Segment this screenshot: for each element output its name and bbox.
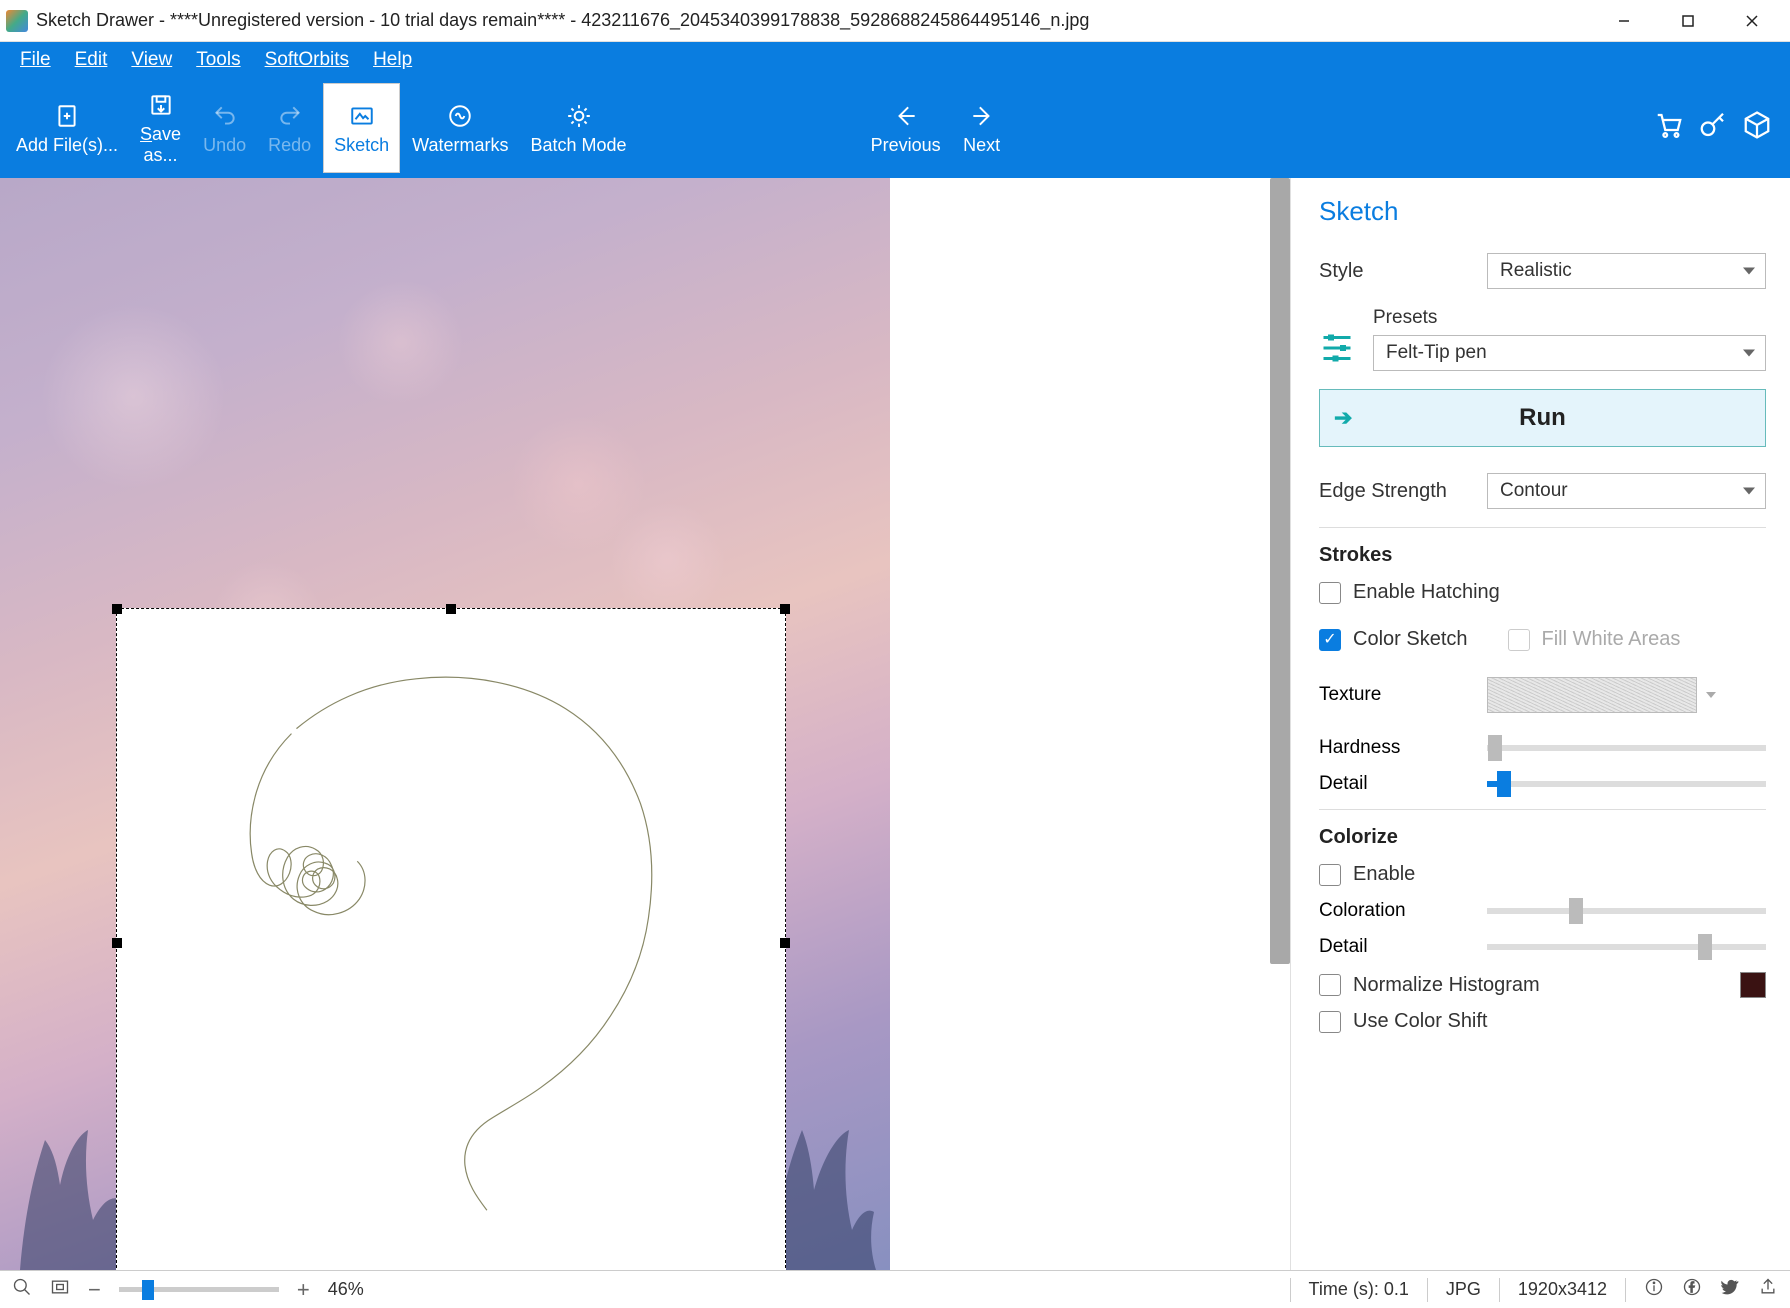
- zoom-out-button[interactable]: −: [88, 1277, 101, 1303]
- status-dimensions: 1920x3412: [1518, 1279, 1607, 1300]
- coloration-slider[interactable]: [1487, 908, 1766, 914]
- fill-white-label: Fill White Areas: [1542, 628, 1681, 651]
- facebook-icon[interactable]: [1682, 1277, 1702, 1302]
- color-shift-label: Use Color Shift: [1353, 1010, 1488, 1033]
- selection-box[interactable]: [116, 608, 786, 1270]
- batch-mode-tab[interactable]: Batch Mode: [521, 83, 637, 173]
- handle-mid-right[interactable]: [780, 938, 790, 948]
- canvas-area[interactable]: [0, 178, 1290, 1270]
- color-sketch-checkbox[interactable]: [1319, 629, 1341, 651]
- undo-button[interactable]: Undo: [193, 83, 256, 173]
- menu-file[interactable]: File: [10, 45, 61, 75]
- close-button[interactable]: [1720, 0, 1784, 42]
- batch-icon: [566, 101, 592, 131]
- edge-strength-label: Edge Strength: [1319, 480, 1469, 503]
- handle-mid-left[interactable]: [112, 938, 122, 948]
- zoom-actual-icon[interactable]: [12, 1277, 32, 1302]
- panel-heading: Sketch: [1319, 196, 1766, 227]
- status-time: Time (s): 0.1: [1309, 1279, 1409, 1300]
- normalize-histogram-checkbox[interactable]: [1319, 974, 1341, 996]
- colorize-enable-checkbox[interactable]: [1319, 864, 1341, 886]
- title-bar: Sketch Drawer - ****Unregistered version…: [0, 0, 1790, 42]
- run-button[interactable]: ➔ Run: [1319, 389, 1766, 447]
- next-button[interactable]: Next: [953, 83, 1011, 173]
- sketch-tab[interactable]: Sketch: [323, 83, 400, 173]
- handle-top-mid[interactable]: [446, 604, 456, 614]
- handle-top-left[interactable]: [112, 604, 122, 614]
- detail-slider[interactable]: [1487, 781, 1766, 787]
- zoom-fit-icon[interactable]: [50, 1277, 70, 1302]
- enable-hatching-checkbox[interactable]: [1319, 582, 1341, 604]
- redo-button[interactable]: Redo: [258, 83, 321, 173]
- sketch-outline: [117, 609, 785, 1270]
- presets-select[interactable]: Felt-Tip pen: [1373, 335, 1766, 371]
- share-icon[interactable]: [1758, 1277, 1778, 1302]
- handle-top-right[interactable]: [780, 604, 790, 614]
- menu-view[interactable]: View: [121, 45, 182, 75]
- run-arrow-icon: ➔: [1334, 405, 1352, 431]
- package-icon[interactable]: [1742, 110, 1772, 146]
- colorize-enable-label: Enable: [1353, 863, 1415, 886]
- menu-help[interactable]: Help: [363, 45, 422, 75]
- watermarks-icon: [447, 101, 473, 131]
- save-as-button[interactable]: Saveas...: [130, 83, 191, 173]
- app-icon: [6, 10, 28, 32]
- next-icon: [969, 101, 995, 131]
- vertical-scrollbar[interactable]: [1270, 178, 1290, 964]
- menu-bar: File Edit View Tools SoftOrbits Help: [0, 42, 1790, 78]
- enable-hatching-label: Enable Hatching: [1353, 581, 1500, 604]
- hardness-slider[interactable]: [1487, 745, 1766, 751]
- toolbar: Add File(s)... Saveas... Undo Redo Sketc…: [0, 78, 1790, 178]
- style-label: Style: [1319, 260, 1469, 283]
- cart-icon[interactable]: [1654, 110, 1684, 146]
- style-select[interactable]: Realistic: [1487, 253, 1766, 289]
- detail-label: Detail: [1319, 773, 1469, 795]
- maximize-button[interactable]: [1656, 0, 1720, 42]
- texture-select[interactable]: [1487, 677, 1697, 713]
- menu-softorbits[interactable]: SoftOrbits: [255, 45, 359, 75]
- previous-icon: [893, 101, 919, 131]
- status-format: JPG: [1446, 1279, 1481, 1300]
- edge-strength-select[interactable]: Contour: [1487, 473, 1766, 509]
- sketch-icon: [349, 101, 375, 131]
- redo-icon: [277, 101, 303, 131]
- color-sketch-label: Color Sketch: [1353, 628, 1468, 651]
- previous-button[interactable]: Previous: [861, 83, 951, 173]
- menu-edit[interactable]: Edit: [65, 45, 118, 75]
- colorize-detail-label: Detail: [1319, 936, 1469, 958]
- watermarks-tab[interactable]: Watermarks: [402, 83, 518, 173]
- coloration-label: Coloration: [1319, 900, 1469, 922]
- hardness-label: Hardness: [1319, 737, 1469, 759]
- key-icon[interactable]: [1698, 110, 1728, 146]
- sketch-panel: Sketch Style Realistic Presets Felt-Tip …: [1290, 178, 1790, 1270]
- add-files-button[interactable]: Add File(s)...: [6, 83, 128, 173]
- presets-label: Presets: [1373, 307, 1766, 329]
- twitter-icon[interactable]: [1720, 1277, 1740, 1302]
- strokes-title: Strokes: [1319, 544, 1766, 567]
- undo-icon: [212, 101, 238, 131]
- texture-label: Texture: [1319, 684, 1469, 706]
- normalize-histogram-label: Normalize Histogram: [1353, 974, 1540, 997]
- zoom-in-button[interactable]: +: [297, 1277, 310, 1303]
- fill-white-checkbox[interactable]: [1508, 629, 1530, 651]
- window-title: Sketch Drawer - ****Unregistered version…: [36, 10, 1592, 31]
- save-icon: [148, 90, 174, 120]
- color-shift-checkbox[interactable]: [1319, 1011, 1341, 1033]
- presets-icon[interactable]: [1319, 327, 1355, 363]
- minimize-button[interactable]: [1592, 0, 1656, 42]
- colorize-detail-slider[interactable]: [1487, 944, 1766, 950]
- color-swatch[interactable]: [1740, 972, 1766, 998]
- status-bar: − + 46% Time (s): 0.1 JPG 1920x3412: [0, 1270, 1790, 1308]
- colorize-title: Colorize: [1319, 826, 1766, 849]
- zoom-slider[interactable]: [119, 1287, 279, 1292]
- menu-tools[interactable]: Tools: [186, 45, 250, 75]
- canvas-empty-area: [890, 178, 1290, 1270]
- info-icon[interactable]: [1644, 1277, 1664, 1302]
- zoom-percent: 46%: [328, 1279, 364, 1300]
- add-file-icon: [54, 101, 80, 131]
